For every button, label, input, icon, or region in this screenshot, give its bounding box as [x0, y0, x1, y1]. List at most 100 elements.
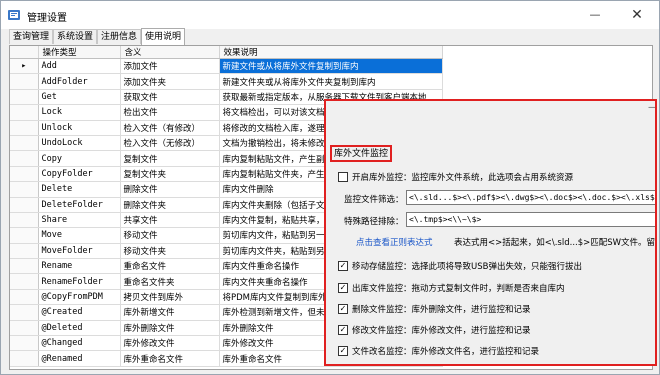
checkmark-icon[interactable]: ✓ — [338, 261, 348, 271]
cell-operation-type: @Renamed — [38, 350, 121, 367]
regex-help-link[interactable]: 点击查看正则表达式 — [356, 236, 433, 248]
cell-operation-type: Rename — [38, 258, 121, 275]
row-header-cell[interactable] — [10, 150, 39, 167]
cell-operation-type: Delete — [38, 181, 121, 198]
settings-window: 管理设置 — ✕ 查询管理 系统设置 注册信息 使用说明 操作类型 含义 效果说… — [0, 0, 660, 375]
row-header-cell[interactable] — [10, 73, 39, 90]
cell-operation-type: Get — [38, 89, 121, 106]
regex-hint: 表达式用<>括起来，如<\.sld...$>匹配SW文件。留空则不做 — [454, 238, 656, 248]
cell-meaning: 获取文件 — [120, 89, 220, 106]
cell-meaning: 重命名文件夹 — [120, 273, 220, 290]
cell-meaning: 重命名文件 — [120, 258, 220, 275]
row-header-cell[interactable] — [10, 227, 39, 244]
checkbox-box[interactable] — [338, 172, 348, 182]
cell-operation-type: MoveFolder — [38, 243, 121, 260]
row-header-cell[interactable] — [10, 243, 39, 260]
row-header-cell[interactable] — [10, 181, 39, 198]
tab-system-settings[interactable]: 系统设置 — [53, 29, 98, 44]
panel-minimize-icon[interactable]: — — [648, 102, 655, 113]
row-header-cell[interactable] — [10, 197, 39, 213]
tab-query-management[interactable]: 查询管理 — [9, 29, 54, 44]
row-header-cell[interactable] — [10, 166, 39, 183]
filter-input[interactable]: <\.sld...$><\.pdf$><\.dwg$><\.doc$><\.do… — [406, 190, 655, 205]
row-header-cell[interactable] — [10, 350, 39, 367]
row-header-cell[interactable] — [10, 304, 39, 321]
cell-operation-type: Add — [38, 58, 121, 75]
monitor-option-checkbox[interactable]: ✓ 删除文件监控：库外删除文件，进行监控和记录 — [338, 302, 531, 316]
cell-operation-type: Copy — [38, 150, 121, 167]
cell-operation-type: @Created — [38, 304, 121, 321]
cell-operation-type: DeleteFolder — [38, 197, 121, 213]
monitor-option-checkbox[interactable]: ✓ 移动存储监控：选择此项将导致USB弹出失效，只能强行拔出 — [338, 259, 582, 273]
window-title: 管理设置 — [27, 13, 67, 24]
cell-meaning: 检入文件（无修改） — [120, 135, 220, 152]
enable-monitor-checkbox[interactable]: 开启库外监控：监控库外文件系统，此选项会占用系统资源 — [338, 170, 573, 184]
cell-meaning: 复制文件 — [120, 150, 220, 167]
minimize-icon[interactable]: — — [581, 4, 609, 26]
row-header-cell[interactable] — [10, 258, 39, 275]
table-header-row: 操作类型 含义 效果说明 — [10, 46, 443, 59]
row-header-cell[interactable] — [10, 135, 39, 152]
cell-operation-type: RenameFolder — [38, 273, 121, 290]
row-header-corner — [10, 46, 39, 59]
cell-operation-type: @Changed — [38, 335, 121, 352]
cell-operation-type: Move — [38, 227, 121, 244]
cell-operation-type: AddFolder — [38, 73, 121, 90]
row-header-cell[interactable] — [10, 120, 39, 136]
monitor-option-checkbox[interactable]: ✓ 修改文件监控：库外修改文件，进行监控和记录 — [338, 323, 531, 337]
row-header-cell[interactable] — [10, 212, 39, 229]
cell-meaning: 库外修改文件 — [120, 335, 220, 352]
row-header-cell[interactable]: ▸ — [10, 58, 39, 75]
tab-registration-info[interactable]: 注册信息 — [97, 29, 142, 44]
table-row[interactable]: ▸ Add 添加文件 新建文件或从将库外文件复制到库内 — [10, 58, 443, 75]
row-header-cell[interactable] — [10, 320, 39, 337]
cell-meaning: 库外新增文件 — [120, 304, 220, 321]
cell-operation-type: @Deleted — [38, 320, 121, 337]
filter-label: 监控文件筛选： — [344, 195, 404, 205]
checkmark-icon[interactable]: ✓ — [338, 346, 348, 356]
monitor-option-label: 文件改名监控：库外修改文件名，进行监控和记录 — [352, 347, 540, 357]
cell-meaning: 复制文件夹 — [120, 166, 220, 183]
file-monitor-panel: — 库外文件监控 开启库外监控：监控库外文件系统，此选项会占用系统资源 监控文件… — [324, 99, 657, 366]
monitor-option-label: 修改文件监控：库外修改文件，进行监控和记录 — [352, 326, 531, 336]
close-icon[interactable]: ✕ — [623, 4, 651, 26]
cell-meaning: 移动文件 — [120, 227, 220, 244]
monitor-option-label: 移动存储监控：选择此项将导致USB弹出失效，只能强行拔出 — [352, 262, 582, 272]
cell-meaning: 删除文件 — [120, 181, 220, 198]
checkmark-icon[interactable]: ✓ — [338, 283, 348, 293]
cell-meaning: 移动文件夹 — [120, 243, 220, 260]
row-header-cell[interactable] — [10, 104, 39, 121]
checkmark-icon[interactable]: ✓ — [338, 325, 348, 335]
monitor-option-checkbox[interactable]: ✓ 文件改名监控：库外修改文件名，进行监控和记录 — [338, 344, 539, 358]
tab-instructions[interactable]: 使用说明 — [141, 28, 186, 45]
section-title: 库外文件监控 — [330, 145, 393, 162]
exclude-input[interactable]: <\.tmp$><\\~\$> — [406, 212, 655, 227]
row-header-cell[interactable] — [10, 273, 39, 290]
cell-meaning: 共享文件 — [120, 212, 220, 229]
cell-effect: 新建文件夹或从将库外文件夹复制到库内 — [219, 73, 443, 90]
cell-operation-type: Lock — [38, 104, 121, 121]
monitor-option-label: 删除文件监控：库外删除文件，进行监控和记录 — [352, 305, 531, 315]
column-header-meaning[interactable]: 含义 — [120, 46, 220, 59]
column-header-effect[interactable]: 效果说明 — [219, 46, 443, 59]
table-row[interactable]: AddFolder 添加文件夹 新建文件夹或从将库外文件夹复制到库内 — [10, 73, 443, 90]
cell-meaning: 检入文件（有修改） — [120, 120, 220, 136]
row-header-cell[interactable] — [10, 89, 39, 106]
cell-operation-type: Share — [38, 212, 121, 229]
monitor-option-label: 出库文件监控：拖动方式复制文件时，判断是否来自库内 — [352, 284, 565, 294]
column-header-operation-type[interactable]: 操作类型 — [38, 46, 121, 59]
cell-operation-type: Unlock — [38, 120, 121, 136]
cell-meaning: 添加文件夹 — [120, 73, 220, 90]
cell-operation-type: @CopyFromPDM — [38, 289, 121, 306]
current-row-marker-icon: ▸ — [21, 61, 27, 72]
cell-operation-type: CopyFolder — [38, 166, 121, 183]
monitor-option-checkbox[interactable]: ✓ 出库文件监控：拖动方式复制文件时，判断是否来自库内 — [338, 281, 565, 295]
enable-monitor-label: 开启库外监控：监控库外文件系统，此选项会占用系统资源 — [352, 173, 574, 183]
title-bar: 管理设置 — ✕ — [1, 1, 659, 29]
row-header-cell[interactable] — [10, 335, 39, 352]
row-header-cell[interactable] — [10, 289, 39, 306]
exclude-label: 特殊路径排除： — [344, 217, 404, 227]
checkmark-icon[interactable]: ✓ — [338, 304, 348, 314]
cell-meaning: 库外删除文件 — [120, 320, 220, 337]
cell-effect: 新建文件或从将库外文件复制到库内 — [219, 58, 443, 75]
